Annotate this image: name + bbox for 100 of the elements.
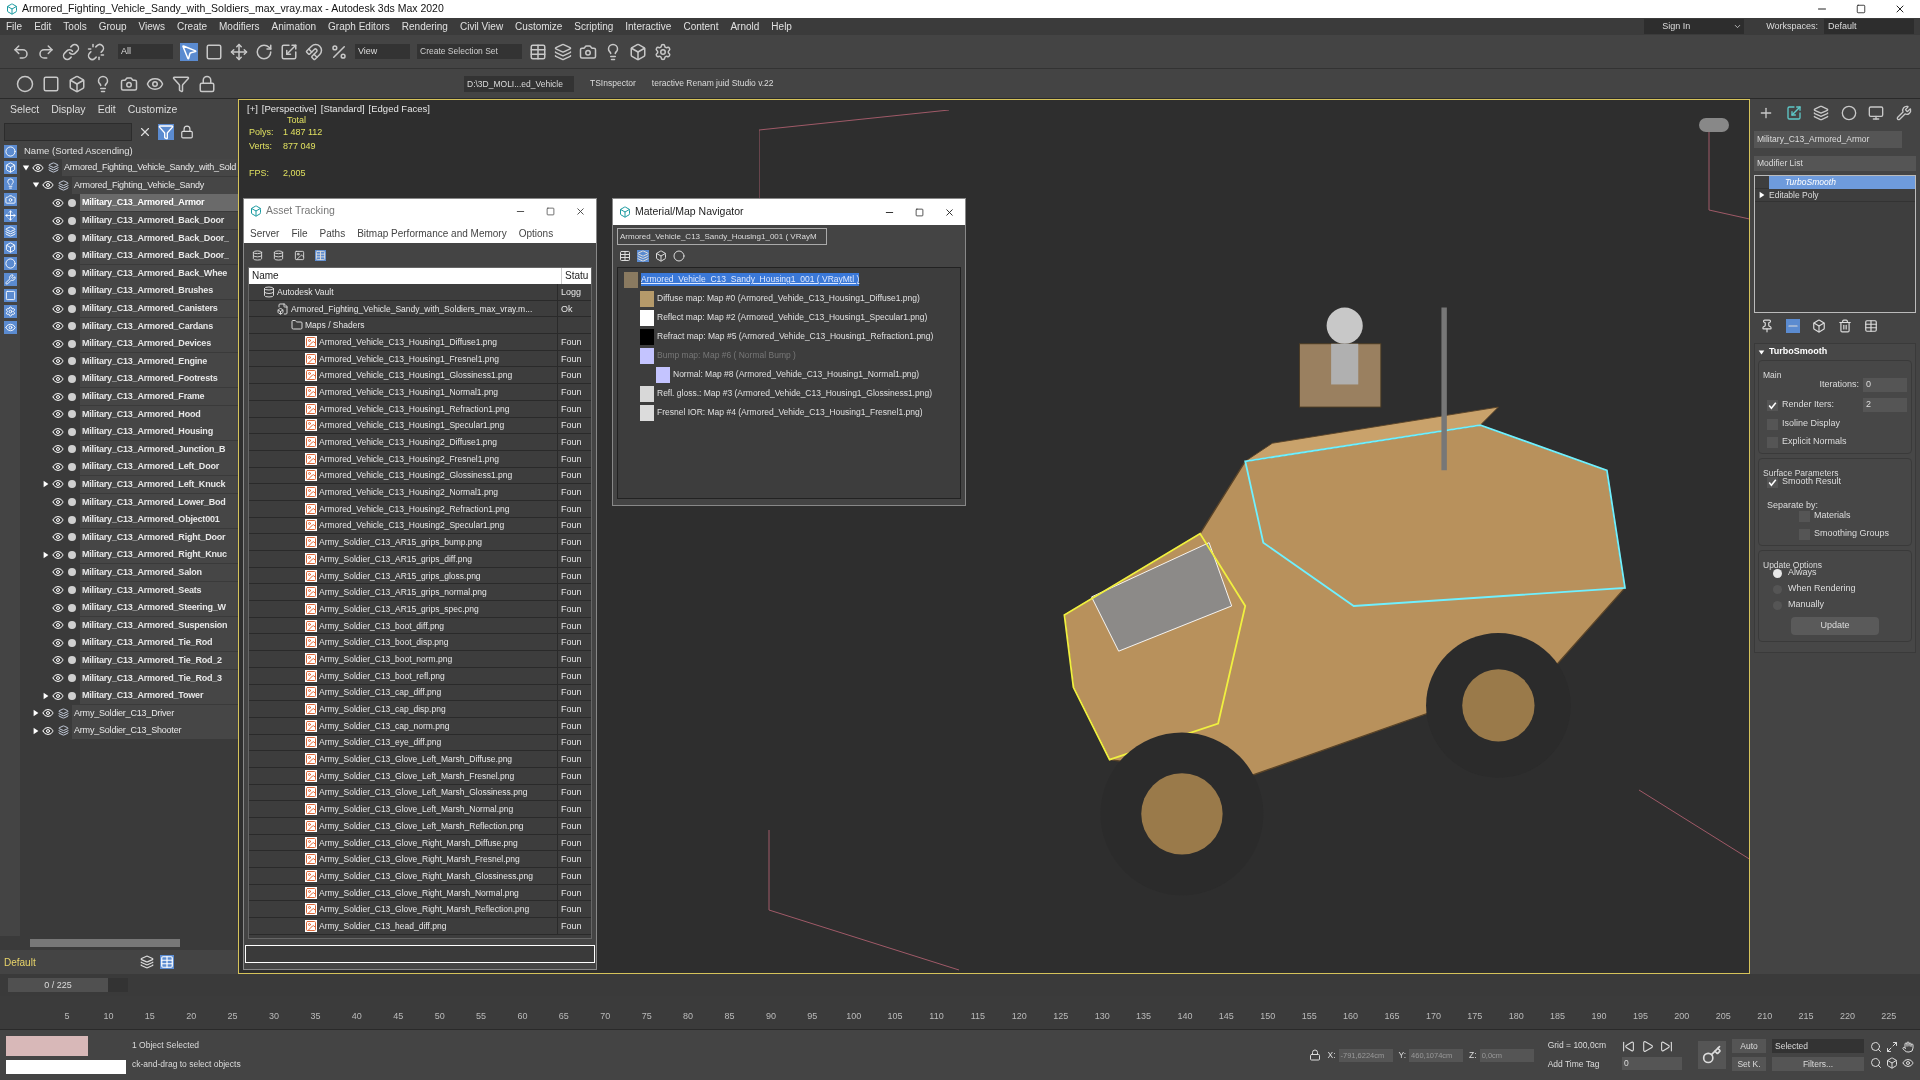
visibility-eye-icon[interactable] <box>52 408 64 421</box>
asset-name[interactable]: Army_Soldier_C13_AR15_grips_bump.png <box>319 536 482 549</box>
filter-toggle-icon[interactable] <box>3 273 17 286</box>
key-filter-dropdown[interactable]: Selected <box>1772 1039 1864 1053</box>
database-icon[interactable] <box>273 249 284 261</box>
asset-name[interactable]: Army_Soldier_C13_cap_diff.png <box>319 686 442 699</box>
zoom-extents-icon[interactable] <box>1886 1041 1898 1053</box>
asset-name[interactable]: Armored_Vehicle_C13_Housing2_Diffuse1.png <box>319 436 497 449</box>
asset-name[interactable]: Army_Soldier_C13_Glove_Right_Marsh_Diffuse.png <box>319 836 518 849</box>
expand-toggle-icon[interactable] <box>42 480 50 489</box>
filter-toggle-icon[interactable] <box>3 321 17 334</box>
menu-item[interactable]: Server <box>250 225 280 241</box>
visibility-eye-icon[interactable] <box>52 460 64 473</box>
visibility-eye-icon[interactable] <box>52 548 64 561</box>
scene-object-item[interactable]: Military_C13_Armored_Back_Door_ <box>80 229 238 247</box>
scene-object-item[interactable]: Military_C13_Armored_Right_Door <box>80 528 238 546</box>
checkbox[interactable] <box>1767 399 1778 411</box>
menu-item[interactable]: Rendering <box>395 19 454 34</box>
material-map-item[interactable]: Fresnel IOR: Map #4 (Armored_Vehide_C13_Housing1_Fresnel1.png) <box>657 406 923 419</box>
checkbox[interactable] <box>1767 476 1778 488</box>
visibility-eye-icon[interactable] <box>52 302 64 315</box>
scene-object-item[interactable]: Military_C13_Armored_Object001 <box>80 511 238 529</box>
explorer-menu-item[interactable]: Display <box>51 102 86 118</box>
scene-object-item[interactable]: Military_C13_Armored_Devices <box>80 335 238 353</box>
visibility-eye-icon[interactable] <box>32 161 44 174</box>
rotate-icon[interactable] <box>255 42 273 61</box>
filter-toggle-icon[interactable] <box>3 257 17 270</box>
plugin-toolbar-label[interactable]: TSInspector <box>590 77 636 90</box>
scene-object-item[interactable]: Military_C13_Armored_Tie_Rod_2 <box>80 651 238 669</box>
visibility-eye-icon[interactable] <box>52 601 64 614</box>
scene-object-item[interactable]: Military_C13_Armored_Salon <box>80 563 238 581</box>
scene-object-item[interactable]: Military_C13_Armored_Canisters <box>80 300 238 318</box>
table-icon[interactable] <box>529 42 547 61</box>
close-icon[interactable] <box>575 205 586 217</box>
material-map-item[interactable]: Diffuse map: Map #0 (Armored_Vehide_C13_Housing1_Diffuse1.png) <box>657 292 920 305</box>
move-icon[interactable] <box>230 42 248 61</box>
visibility-eye-icon[interactable] <box>52 197 64 209</box>
visibility-eye-icon[interactable] <box>52 284 64 297</box>
scene-object-item[interactable]: Armored_Fighting_Vehicle_Sandy_with_Sold <box>62 159 238 177</box>
scene-object-item[interactable]: Military_C13_Armored_Back_Whee <box>80 264 238 282</box>
menu-item[interactable]: Graph Editors <box>322 19 396 34</box>
material-map-item[interactable]: Refl. gloss.: Map #3 (Armored_Vehide_C13_Housing1_Glossiness1.png) <box>657 387 932 400</box>
scene-object-item[interactable]: Military_C13_Armored_Left_Knuck <box>80 476 238 493</box>
filter-toggle-icon[interactable] <box>3 225 17 238</box>
timeline-track[interactable]: 5 10 15 20 25 30 35 40 45 50 55 60 65 70 75 80 85 90 95 100 105 110 115 120 125 130 135 140 145 150 155 160 165 170 175 180 185 190 195 200 205 210 215 220 225 <box>0 996 1920 1030</box>
menu-item[interactable]: Modifiers <box>213 19 266 34</box>
maximize-icon[interactable] <box>546 206 555 216</box>
explorer-menu-item[interactable]: Edit <box>97 102 116 118</box>
explorer-menu-item[interactable]: Select <box>10 102 40 118</box>
visibility-eye-icon[interactable] <box>42 724 54 737</box>
asset-name[interactable]: Armored_Vehicle_C13_Housing1_Normal1.png <box>319 385 499 398</box>
asset-name[interactable]: Army_Soldier_C13_cap_norm.png <box>319 719 450 732</box>
menu-item[interactable]: File <box>291 225 308 241</box>
menu-item[interactable]: Bitmap Performance and Memory <box>357 225 507 241</box>
menu-item[interactable]: Tools <box>57 19 93 34</box>
asset-name[interactable]: Army_Soldier_C13_cap_disp.png <box>319 703 446 716</box>
sphere-icon[interactable] <box>673 250 685 262</box>
scene-object-item[interactable]: Military_C13_Armored_Frame <box>80 388 238 405</box>
scene-object-item[interactable]: Military_C13_Armored_Left_Door <box>80 458 238 476</box>
modify-icon[interactable] <box>1785 105 1802 121</box>
visibility-eye-icon[interactable] <box>52 372 64 385</box>
visibility-eye-icon[interactable] <box>52 425 64 438</box>
visibility-eye-icon[interactable] <box>52 232 64 245</box>
percent-snap-icon[interactable] <box>330 42 348 61</box>
taskbar-thumbnail[interactable] <box>6 1060 126 1074</box>
scene-object-item[interactable]: Military_C13_Armored_Tie_Rod <box>80 634 238 652</box>
asset-name[interactable]: Armored_Vehicle_C13_Housing1_Diffuse1.png <box>319 335 497 348</box>
asset-name[interactable]: Armored_Vehicle_C13_Housing1_Refraction1.png <box>319 402 510 415</box>
asset-name[interactable]: Army_Soldier_C13_boot_disp.png <box>319 636 449 649</box>
scene-object-item[interactable]: Military_C13_Armored_Armor <box>80 194 238 212</box>
visibility-eye-icon[interactable] <box>52 443 64 456</box>
layers-icon[interactable] <box>554 42 572 61</box>
table-icon[interactable] <box>315 249 326 261</box>
pin-icon[interactable] <box>1760 319 1774 333</box>
asset-name[interactable]: Armored_Fighting_Vehicle_Sandy_with_Soldiers_max_vray.m... <box>291 302 533 315</box>
workspace-dropdown[interactable]: Default <box>1824 19 1914 34</box>
rollout-title[interactable]: TurboSmooth <box>1769 345 1828 359</box>
expand-toggle-icon[interactable] <box>22 163 30 172</box>
object-name-field[interactable]: Military_C13_Armored_Armor <box>1754 131 1902 148</box>
collapse-triangle-icon[interactable] <box>1758 348 1765 356</box>
menu-item[interactable]: Civil View <box>453 19 510 34</box>
scene-object-item[interactable]: Armored_Fighting_Vehicle_Sandy <box>72 176 238 194</box>
asset-name[interactable]: Army_Soldier_C13_Glove_Left_Marsh_Glossiness.png <box>319 786 528 799</box>
visibility-eye-icon[interactable] <box>52 337 64 350</box>
asset-name[interactable]: Army_Soldier_C13_Glove_Right_Marsh_Normal.png <box>319 886 519 899</box>
square-icon[interactable] <box>42 74 60 93</box>
visibility-eye-icon[interactable] <box>52 584 64 597</box>
radio-button[interactable] <box>1773 568 1782 578</box>
menu-item[interactable]: Options <box>518 225 554 241</box>
lock-icon[interactable] <box>1309 1049 1322 1061</box>
update-button[interactable]: Update <box>1791 617 1879 635</box>
viewport-label[interactable]: [Perspective] <box>261 102 317 117</box>
material-map-item[interactable]: Armored_Vehicle_C13_Sandy_Housing1_001 ( VRayMtl ) <box>641 273 860 286</box>
filter-toggle-icon[interactable] <box>3 209 17 222</box>
menu-item[interactable]: Customize <box>509 19 569 34</box>
visibility-eye-icon[interactable] <box>52 672 64 684</box>
asset-name[interactable]: Army_Soldier_C13_AR15_grips_normal.png <box>319 586 487 599</box>
filter-toggle-icon[interactable] <box>3 241 17 254</box>
scene-object-item[interactable]: Military_C13_Armored_Right_Knuc <box>80 546 238 564</box>
visibility-eye-icon[interactable] <box>52 320 64 333</box>
